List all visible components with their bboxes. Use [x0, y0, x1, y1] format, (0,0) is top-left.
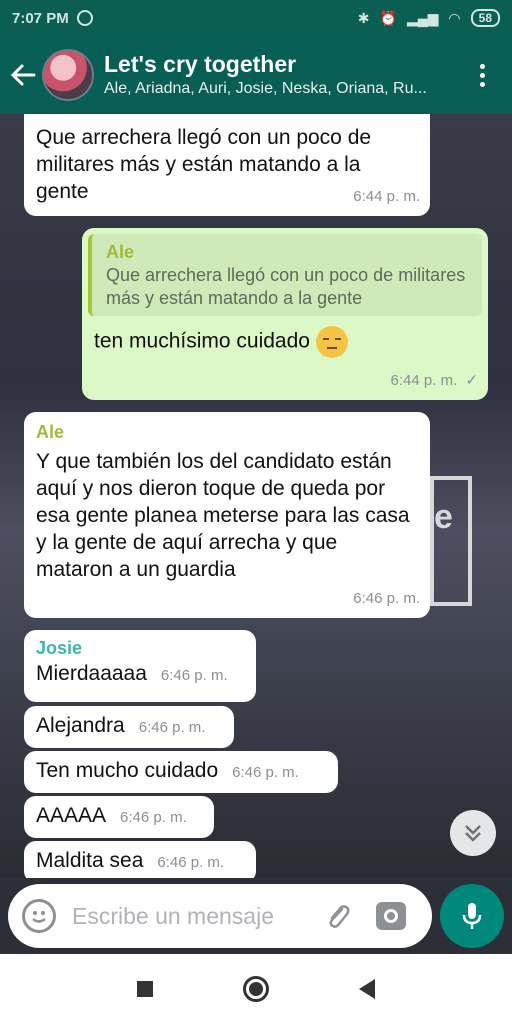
background-sign: e — [430, 476, 472, 606]
battery-icon: 58 — [470, 9, 500, 27]
chat-title-area[interactable]: Let's cry together Ale, Ariadna, Auri, J… — [104, 50, 464, 100]
message-text: Alejandra — [36, 714, 125, 737]
single-check-icon: ✓ — [465, 372, 478, 389]
message-time: 6:46 p. m. — [157, 854, 225, 871]
composer-bar: Escribe un mensaje — [0, 878, 512, 954]
overflow-menu-button[interactable] — [472, 63, 492, 87]
quoted-text: Que arrechera llegó con un poco de milit… — [106, 265, 466, 308]
message-bubble-outgoing[interactable]: Ale Que arrechera llegó con un poco de m… — [82, 228, 488, 400]
alarm-icon: ⏰ — [379, 9, 397, 26]
recents-button[interactable] — [137, 981, 153, 997]
arrow-left-icon — [10, 64, 36, 86]
camera-icon — [384, 909, 398, 923]
message-text: AAAAA — [36, 804, 107, 827]
group-avatar[interactable] — [42, 49, 94, 101]
message-bubble[interactable]: Ale Y que también los del candidato está… — [24, 412, 430, 618]
paperclip-icon — [329, 905, 350, 928]
message-time: 6:44 p. m. — [353, 188, 420, 205]
message-time: 6:46 p. m. — [120, 809, 187, 826]
chat-title: Let's cry together — [104, 51, 297, 77]
emoji-picker-icon[interactable] — [22, 899, 56, 933]
message-meta: 6:44 p. m. ✓ — [391, 367, 478, 394]
back-button[interactable] — [4, 56, 42, 94]
message-time: 6:46 p. m. — [160, 667, 228, 684]
message-text: Y que también los del candidato están aq… — [36, 450, 410, 581]
message-bubble[interactable]: Que arrechera llegó con un poco de milit… — [24, 114, 430, 216]
system-navigation-bar — [0, 954, 512, 1024]
wifi-icon: ◠ — [448, 9, 461, 26]
message-bubble[interactable]: Alejandra 6:46 p. m. — [24, 706, 234, 748]
message-bubble[interactable]: Maldita sea 6:46 p. m. — [24, 841, 256, 878]
pensive-face-emoji-icon — [315, 326, 348, 358]
menu-dot-icon — [479, 63, 485, 69]
message-time: 6:46 p. m. — [232, 764, 299, 781]
message-list[interactable]: e Que arrechera llegó con un poco de mil… — [0, 114, 512, 878]
message-text: Ten mucho cuidado — [36, 759, 219, 782]
voice-message-button[interactable] — [440, 884, 504, 948]
message-input-container: Escribe un mensaje — [8, 884, 432, 948]
smiley-icon — [32, 911, 46, 923]
whatsapp-notification-icon — [76, 10, 93, 26]
message-time: 6:46 p. m. — [138, 719, 206, 736]
message-time: 6:46 p. m. — [353, 590, 420, 607]
microphone-icon — [462, 903, 482, 929]
home-button[interactable] — [243, 976, 269, 1002]
home-icon — [249, 982, 263, 996]
message-text: ten muchísimo cuidado — [94, 329, 310, 353]
back-nav-button[interactable] — [359, 979, 375, 999]
message-sender: Ale — [36, 422, 65, 442]
message-text: Maldita sea — [36, 849, 144, 872]
message-time: 6:44 p. m. — [390, 372, 458, 389]
double-chevron-down-icon — [465, 825, 481, 842]
bluetooth-icon: ✱ — [357, 9, 370, 26]
status-bar: 7:07 PM ✱ ⏰ ▂▄▆ ◠ 58 — [0, 0, 512, 36]
scroll-to-bottom-button[interactable] — [450, 810, 496, 856]
chat-members: Ale, Ariadna, Auri, Josie, Neska, Oriana… — [104, 80, 427, 97]
attach-button[interactable] — [322, 901, 352, 931]
chat-header: Let's cry together Ale, Ariadna, Auri, J… — [0, 36, 512, 114]
message-content: ten muchísimo cuidado — [82, 316, 488, 358]
status-time: 7:07 PM — [12, 9, 69, 27]
message-input[interactable]: Escribe un mensaje — [72, 903, 312, 930]
quoted-message[interactable]: Ale Que arrechera llegó con un poco de m… — [88, 234, 482, 316]
message-sender: Josie — [36, 638, 83, 658]
status-icons: ✱ ⏰ ▂▄▆ ◠ 58 — [358, 9, 500, 27]
quoted-sender: Ale — [106, 242, 135, 262]
message-bubble[interactable]: Josie Mierdaaaaa 6:46 p. m. — [24, 630, 256, 702]
message-text: Mierdaaaaa — [36, 662, 147, 685]
message-bubble[interactable]: Ten mucho cuidado 6:46 p. m. — [24, 751, 338, 793]
message-bubble[interactable]: AAAAA 6:46 p. m. — [24, 796, 214, 838]
camera-button[interactable] — [376, 902, 406, 930]
menu-dot-icon — [479, 81, 485, 87]
signal-icon: ▂▄▆ — [406, 9, 439, 26]
menu-dot-icon — [479, 72, 485, 78]
